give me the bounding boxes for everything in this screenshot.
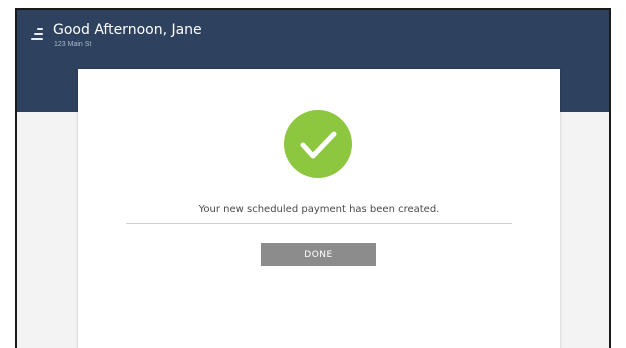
app-window: Good Afternoon, Jane 123 Main St Your ne… [0, 0, 626, 348]
greeting-title: Good Afternoon, Jane [53, 22, 202, 38]
confirmation-message: Your new scheduled payment has been crea… [198, 204, 440, 215]
checkmark-icon [284, 110, 352, 178]
app-viewport: Good Afternoon, Jane 123 Main St Your ne… [15, 8, 611, 348]
menu-icon[interactable] [31, 28, 43, 42]
account-address: 123 Main St [54, 41, 92, 48]
divider [126, 223, 512, 224]
confirmation-card: Your new scheduled payment has been crea… [78, 69, 560, 348]
done-button[interactable]: DONE [261, 243, 376, 266]
